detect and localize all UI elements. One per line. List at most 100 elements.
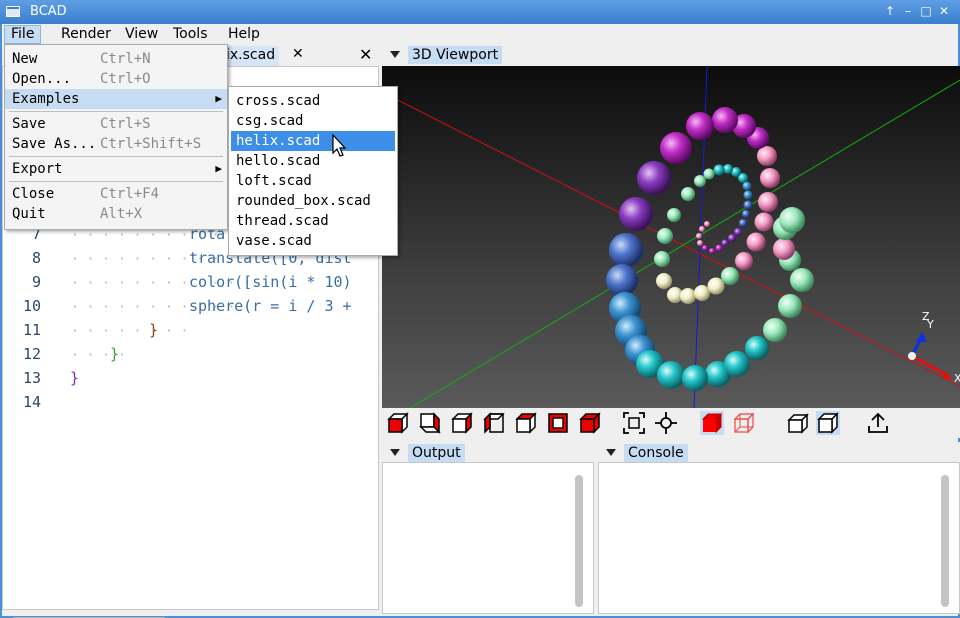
window-title: BCAD (30, 4, 67, 19)
menu-item-new[interactable]: New Ctrl+N (5, 49, 227, 69)
3d-viewport[interactable]: Z Y X (382, 66, 960, 408)
axis-gizmo (908, 332, 953, 380)
line-number: 10 (22, 297, 41, 315)
triangle-down-icon[interactable] (606, 449, 616, 456)
menu-item-label: Close (12, 186, 55, 202)
examples-submenu: cross.scad csg.scad helix.scad hello.sca… (228, 86, 398, 256)
code-line-11: } (149, 321, 159, 339)
menu-item-examples[interactable]: Examples ▶ (5, 89, 227, 109)
menu-file[interactable]: File (4, 25, 42, 44)
mouse-cursor-icon (332, 134, 347, 157)
menu-item-shortcut: Ctrl+N (100, 51, 151, 67)
console-panel[interactable] (598, 462, 960, 614)
menu-item-label: Save (12, 116, 46, 132)
output-title: Output (408, 444, 465, 462)
output-header: Output (382, 442, 592, 462)
file-menu-dropdown: New Ctrl+N Open... Ctrl+O Examples ▶ Save Ct… (4, 44, 228, 230)
menu-item-label: Save As... (12, 136, 97, 152)
viewport-title: 3D Viewport (408, 46, 503, 64)
view-diagonal-icon[interactable] (578, 411, 602, 435)
maximize-icon[interactable]: □ (918, 3, 934, 19)
menu-item-save[interactable]: Save Ctrl+S (5, 114, 227, 134)
inner-ring-spheres (654, 164, 774, 304)
menu-help[interactable]: Help (222, 25, 266, 44)
menu-item-save-as[interactable]: Save As... Ctrl+Shift+S (5, 134, 227, 154)
console-header: Console (598, 442, 960, 462)
indent-guide: · · · · · · · · (71, 324, 189, 339)
menu-tools[interactable]: Tools (167, 25, 214, 44)
app-window-icon (6, 6, 20, 17)
example-csg[interactable]: csg.scad (231, 111, 395, 131)
view-right-icon[interactable] (482, 411, 506, 435)
menu-item-shortcut: Ctrl+Shift+S (100, 136, 202, 152)
center-view-icon[interactable] (654, 411, 678, 435)
menu-render[interactable]: Render (55, 25, 117, 44)
example-loft[interactable]: loft.scad (231, 171, 395, 191)
view-left-icon[interactable] (450, 411, 474, 435)
menu-item-label: Export (12, 161, 63, 177)
menu-separator (9, 156, 223, 157)
output-panel[interactable] (382, 462, 594, 614)
gizmo-y-label: Y (927, 318, 934, 331)
viewport-scene (382, 66, 960, 408)
console-scrollbar[interactable] (941, 475, 949, 607)
menu-item-shortcut: Ctrl+O (100, 71, 151, 87)
keep-above-icon[interactable]: ↑ (882, 3, 898, 19)
menu-item-open[interactable]: Open... Ctrl+O (5, 69, 227, 89)
solid-view-icon[interactable] (700, 411, 724, 435)
view-front-icon[interactable] (386, 411, 410, 435)
example-thread[interactable]: thread.scad (231, 211, 395, 231)
tab-close-icon[interactable]: ✕ (292, 46, 304, 62)
menu-item-shortcut: Alt+X (100, 206, 143, 222)
menu-item-label: Quit (12, 206, 46, 222)
console-title: Console (624, 444, 688, 462)
editor-close-icon[interactable]: ✕ (359, 45, 372, 64)
viewport-header: 3D Viewport (382, 44, 958, 66)
menu-item-shortcut: Ctrl+S (100, 116, 151, 132)
menu-separator (9, 111, 223, 112)
zoom-fit-icon[interactable] (622, 411, 646, 435)
menu-item-label: Open... (12, 71, 72, 87)
output-scrollbar[interactable] (575, 475, 583, 607)
tab-helix-scad[interactable]: ix.scad (222, 46, 280, 66)
line-number: 8 (31, 249, 41, 267)
code-line-12: } (110, 345, 120, 363)
example-vase[interactable]: vase.scad (231, 231, 395, 251)
code-line-10: sphere(r = i / 3 + (189, 297, 352, 315)
upload-icon[interactable] (866, 411, 890, 435)
minimize-icon[interactable]: – (900, 3, 916, 19)
code-line-13: } (70, 369, 80, 387)
line-number: 13 (22, 369, 41, 387)
example-helix[interactable]: helix.scad (231, 131, 395, 151)
y-axis-line (409, 79, 960, 408)
triangle-down-icon[interactable] (390, 51, 400, 58)
triangle-down-icon[interactable] (390, 449, 400, 456)
menu-item-quit[interactable]: Quit Alt+X (5, 204, 227, 224)
title-bar: BCAD ↑ – □ ✕ (0, 0, 960, 24)
close-window-icon[interactable]: ✕ (936, 3, 952, 19)
view-top-icon[interactable] (514, 411, 538, 435)
line-number: 14 (22, 393, 41, 411)
example-rounded-box[interactable]: rounded_box.scad (231, 191, 395, 211)
perspective-icon[interactable] (786, 411, 810, 435)
gizmo-x-label: X (954, 372, 960, 385)
line-number: 12 (22, 345, 41, 363)
wireframe-view-icon[interactable] (732, 411, 756, 435)
orthographic-icon[interactable] (816, 411, 840, 435)
view-back-icon[interactable] (418, 411, 442, 435)
menu-view[interactable]: View (119, 25, 164, 44)
line-number: 9 (31, 273, 41, 291)
example-cross[interactable]: cross.scad (231, 91, 395, 111)
menu-item-export[interactable]: Export ▶ (5, 159, 227, 179)
menu-item-label: New (12, 51, 38, 67)
menu-separator (9, 181, 223, 182)
example-hello[interactable]: hello.scad (231, 151, 395, 171)
menu-item-close[interactable]: Close Ctrl+F4 (5, 184, 227, 204)
view-bottom-icon[interactable] (546, 411, 570, 435)
view-toolbar (382, 408, 960, 438)
arrow-right-icon: ▶ (215, 162, 222, 175)
menu-item-shortcut: Ctrl+F4 (100, 186, 160, 202)
line-number: 11 (22, 321, 41, 339)
menu-item-label: Examples (12, 91, 80, 107)
menu-bar: File Render View Tools Help (2, 24, 958, 44)
